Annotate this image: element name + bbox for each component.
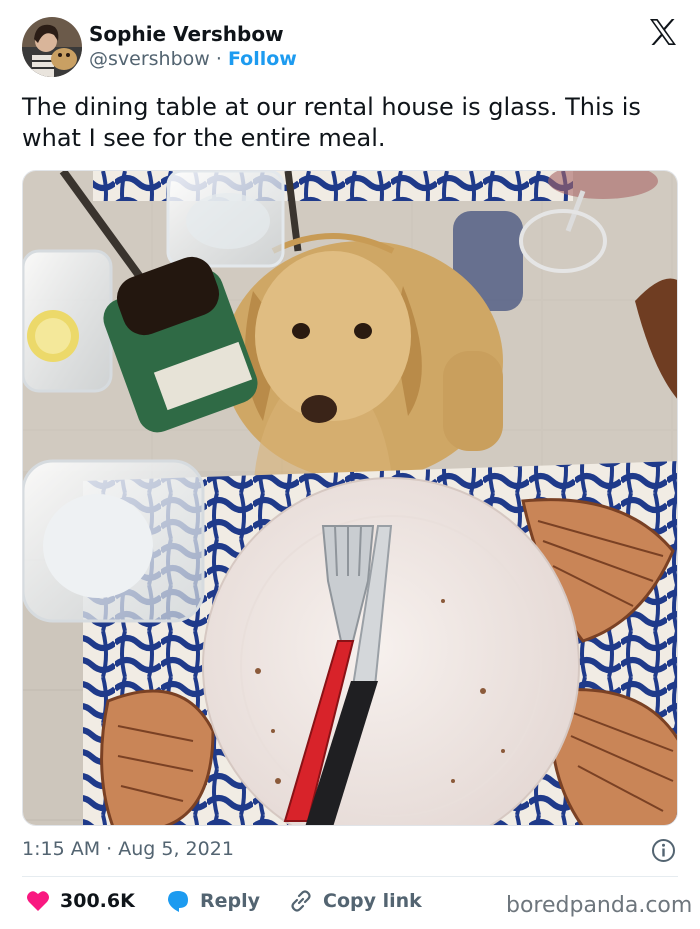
tweet-text: The dining table at our rental house is … bbox=[22, 93, 641, 152]
tweet-date: Aug 5, 2021 bbox=[118, 838, 234, 860]
author-name[interactable]: Sophie Vershbow bbox=[89, 22, 284, 46]
heart-icon bbox=[27, 891, 49, 911]
like-count: 300.6K bbox=[60, 890, 135, 912]
watermark: boredpanda.com bbox=[506, 893, 693, 918]
separator: · bbox=[215, 48, 222, 70]
link-icon bbox=[291, 890, 311, 912]
info-icon[interactable] bbox=[651, 838, 676, 863]
tweet-time: 1:15 AM bbox=[22, 838, 101, 860]
x-logo-icon[interactable] bbox=[648, 18, 678, 46]
tweet-card: Sophie Vershbow @svershbow · Follow The … bbox=[0, 0, 700, 929]
reply-label: Reply bbox=[200, 890, 261, 912]
avatar[interactable] bbox=[22, 17, 82, 77]
author-handle-row: @svershbow · Follow bbox=[89, 48, 297, 70]
like-button[interactable]: 300.6K bbox=[26, 888, 135, 914]
author-handle[interactable]: @svershbow bbox=[89, 48, 210, 70]
copy-link-button[interactable]: Copy link bbox=[289, 888, 422, 914]
timestamp[interactable]: 1:15 AM · Aug 5, 2021 bbox=[22, 838, 234, 860]
reply-button[interactable]: Reply bbox=[166, 888, 260, 914]
copy-link-label: Copy link bbox=[323, 890, 422, 912]
tweet-photo[interactable] bbox=[22, 170, 678, 826]
divider bbox=[22, 876, 678, 877]
follow-button[interactable]: Follow bbox=[228, 48, 297, 70]
speech-bubble-icon bbox=[168, 891, 188, 912]
separator: · bbox=[106, 838, 113, 860]
